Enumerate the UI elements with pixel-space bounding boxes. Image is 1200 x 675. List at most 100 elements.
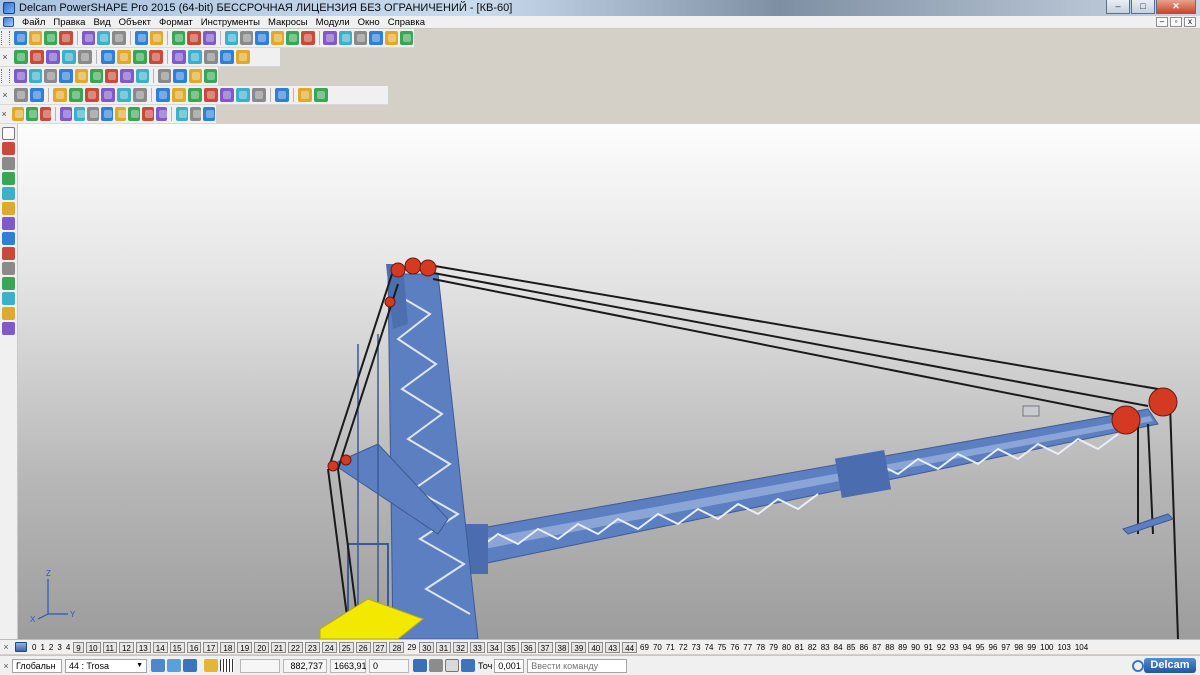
level-button-73[interactable]: 73 [690, 642, 703, 653]
level-button-72[interactable]: 72 [677, 642, 690, 653]
main-tool-6-icon[interactable] [97, 31, 111, 45]
surface-tool-15-icon[interactable] [252, 88, 266, 102]
surface-tool-1-icon[interactable] [14, 88, 28, 102]
main-tool-24-icon[interactable] [399, 31, 414, 45]
main-tool-1-icon[interactable] [13, 31, 27, 45]
level-button-39[interactable]: 39 [571, 641, 587, 653]
level-button-75[interactable]: 75 [715, 642, 728, 653]
level-button-22[interactable]: 22 [288, 641, 303, 653]
menu-window[interactable]: Окно [354, 17, 384, 28]
left-tool-2-icon[interactable] [2, 142, 15, 155]
main-tool-5-icon[interactable] [81, 31, 95, 45]
solid-tool-13-icon[interactable] [189, 107, 202, 121]
level-button-100[interactable]: 100 [1038, 642, 1055, 653]
level-button-19[interactable]: 19 [237, 641, 253, 653]
solid-tool-7-icon[interactable] [100, 107, 113, 121]
level-button-80[interactable]: 80 [780, 642, 793, 653]
solid-tool-2-icon[interactable] [25, 107, 38, 121]
level-button-43[interactable]: 43 [605, 641, 621, 653]
level-button-85[interactable]: 85 [845, 642, 858, 653]
level-button-74[interactable]: 74 [703, 642, 716, 653]
minimize-button[interactable]: ‒ [1106, 0, 1130, 14]
level-button-91[interactable]: 91 [922, 642, 935, 653]
main-tool-10-icon[interactable] [172, 31, 186, 45]
shade-tool-3-icon[interactable] [44, 69, 58, 83]
left-tool-4-icon[interactable] [2, 172, 15, 185]
main-tool-2-icon[interactable] [28, 31, 43, 45]
view-tool-10-icon[interactable] [172, 50, 186, 64]
level-button-82[interactable]: 82 [806, 642, 819, 653]
main-tool-18-icon[interactable] [301, 31, 315, 45]
status-bar-close-icon[interactable]: × [0, 661, 12, 671]
level-button-3[interactable]: 3 [55, 642, 63, 653]
level-button-0[interactable]: 0 [30, 642, 38, 653]
main-tool-13-icon[interactable] [224, 31, 239, 45]
surface-tool-5-icon[interactable] [85, 88, 99, 102]
level-button-94[interactable]: 94 [961, 642, 974, 653]
level-button-30[interactable]: 30 [419, 641, 435, 653]
command-input[interactable] [527, 658, 628, 673]
view-tool-7-icon[interactable] [117, 50, 131, 64]
level-bar-close-icon[interactable]: × [0, 642, 12, 652]
left-tool-12-icon[interactable] [2, 292, 15, 305]
menu-view[interactable]: Вид [89, 17, 114, 28]
left-tool-10-icon[interactable] [2, 262, 15, 275]
menu-format[interactable]: Формат [155, 17, 197, 28]
level-button-78[interactable]: 78 [754, 642, 767, 653]
shade-tool-13-icon[interactable] [203, 69, 218, 83]
main-tool-4-icon[interactable] [59, 31, 73, 45]
surface-tool-4-icon[interactable] [69, 88, 83, 102]
solid-tool-3-icon[interactable] [39, 107, 52, 121]
level-button-14[interactable]: 14 [152, 641, 168, 653]
surface-tool-2-icon[interactable] [30, 88, 44, 102]
main-tool-7-icon[interactable] [112, 31, 126, 45]
surface-tool-17-icon[interactable] [298, 88, 312, 102]
main-tool-17-icon[interactable] [285, 31, 300, 45]
level-button-104[interactable]: 104 [1073, 642, 1090, 653]
tolerance-input[interactable]: 0,001 [494, 658, 525, 673]
surface-tool-11-icon[interactable] [188, 88, 202, 102]
position-icon[interactable] [413, 659, 427, 672]
shade-tool-1-icon[interactable] [13, 69, 27, 83]
left-tool-8-icon[interactable] [2, 232, 15, 245]
view-tool-5-icon[interactable] [78, 50, 92, 64]
menu-modules[interactable]: Модули [312, 17, 354, 28]
level-select[interactable]: 44 : Trosa ▼ [65, 658, 147, 673]
level-button-95[interactable]: 95 [974, 642, 987, 653]
surface-tool-6-icon[interactable] [101, 88, 115, 102]
solid-tool-12-icon[interactable] [176, 107, 188, 121]
surface-tool-13-icon[interactable] [220, 88, 234, 102]
view-tool-2-icon[interactable] [30, 50, 44, 64]
main-tool-11-icon[interactable] [187, 31, 201, 45]
level-button-27[interactable]: 27 [372, 641, 388, 653]
toolbar-grip-icon[interactable] [1, 69, 10, 83]
toolbar-close-icon[interactable]: × [0, 109, 8, 119]
shade-tool-2-icon[interactable] [28, 69, 43, 83]
surface-tool-14-icon[interactable] [236, 88, 250, 102]
level-button-32[interactable]: 32 [453, 641, 468, 653]
shade-tool-9-icon[interactable] [135, 69, 150, 83]
mdi-restore-button[interactable]: ▫ [1170, 17, 1182, 27]
level-button-1[interactable]: 1 [38, 642, 46, 653]
level-button-4[interactable]: 4 [64, 642, 72, 653]
shade-tool-10-icon[interactable] [157, 69, 172, 83]
level-button-26[interactable]: 26 [355, 641, 371, 653]
level-button-40[interactable]: 40 [588, 641, 604, 653]
level-button-70[interactable]: 70 [651, 642, 664, 653]
select-icon[interactable] [151, 659, 165, 672]
main-tool-14-icon[interactable] [240, 31, 254, 45]
level-button-25[interactable]: 25 [338, 641, 354, 653]
close-button[interactable]: ✕ [1156, 0, 1196, 14]
level-button-79[interactable]: 79 [767, 642, 780, 653]
main-tool-16-icon[interactable] [270, 31, 284, 45]
graphics-viewport[interactable]: Z Y X [18, 124, 1200, 639]
surface-tool-9-icon[interactable] [156, 88, 170, 102]
level-button-93[interactable]: 93 [948, 642, 961, 653]
main-tool-15-icon[interactable] [255, 31, 269, 45]
shade-tool-8-icon[interactable] [120, 69, 134, 83]
view-tool-11-icon[interactable] [188, 50, 202, 64]
render-icon[interactable] [204, 659, 218, 672]
main-tool-3-icon[interactable] [44, 31, 58, 45]
workplane-icon[interactable] [183, 659, 197, 672]
surface-tool-18-icon[interactable] [314, 88, 328, 102]
